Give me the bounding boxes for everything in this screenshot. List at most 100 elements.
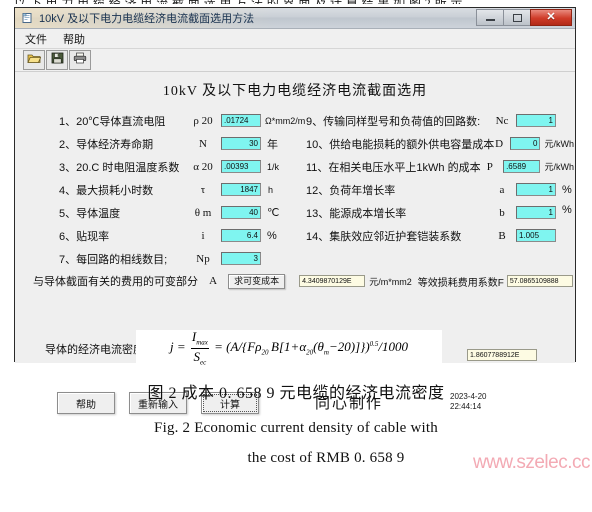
field-row-Nc: 9、传输同样型号和负荷值的回路数: Nc 1 (306, 112, 574, 129)
field-unit: ℃ (267, 207, 280, 219)
economic-current-density-formula: j = Imax Sec = (A/{Fρ20 B[1+α20(θm−20)]})… (136, 330, 442, 366)
cut-off-body-text: 以 下 电 力 电 缆 经 济 电 流 截 面 选 用 方 法 的 界 面 及 … (14, 0, 574, 4)
field-row-alpha20: 3、20.C 时电阻温度系数 α 20 .00393 1/k (59, 158, 309, 175)
menu-item-file[interactable]: 文件 (25, 31, 47, 47)
field-symbol: P (486, 160, 493, 173)
close-icon: ✕ (546, 11, 556, 23)
figure-caption-chinese: 图 2 成本 0. 658 9 元电缆的经济电流密度 (147, 385, 445, 402)
field-row-N: 2、导体经济寿命期 N 30 年 (59, 135, 309, 152)
save-file-button[interactable] (46, 50, 68, 70)
field-symbol: i (201, 229, 205, 242)
form-body: 10kV 及以下电力电缆经济电流截面选用 1、20℃导体直流电阻 ρ 20 .0… (15, 72, 575, 414)
input-N[interactable]: 30 (221, 137, 261, 150)
field-label: 1、20℃导体直流电阻 (59, 115, 166, 128)
field-row-b: 13、能源成本增长率 b 1 % (306, 204, 574, 221)
density-label: 导体的经济电流密度 (45, 343, 144, 356)
field-symbol: α 20 (193, 160, 213, 173)
page-root: 以 下 电 力 电 缆 经 济 电 流 截 面 选 用 方 法 的 界 面 及 … (0, 0, 592, 512)
field-symbol: Np (196, 252, 210, 265)
field-symbol: Nc (495, 114, 509, 127)
variable-cost-unit: 元/m*mm2 (369, 276, 412, 287)
result-current-density: 1.8607788912E (467, 349, 537, 361)
field-unit: Ω*mm2/m (265, 115, 306, 126)
menu-item-help[interactable]: 帮助 (63, 31, 85, 47)
window-controls: ✕ (476, 9, 572, 26)
field-unit: 年 (267, 138, 278, 151)
input-B[interactable]: 1.005 (516, 229, 556, 242)
form-heading: 10kV 及以下电力电缆经济电流截面选用 (162, 84, 428, 99)
field-symbol: b (499, 206, 505, 219)
input-i[interactable]: 6.4 (221, 229, 261, 242)
field-row-P: 11、在相关电压水平上1kWh 的成本 P .6589 元/kWh (306, 158, 574, 175)
application-window: 10kV 及以下电力电缆经济电流截面选用方法 ✕ 文件 帮助 10kV 及以下电… (14, 7, 576, 414)
open-folder-icon (27, 51, 42, 69)
input-P[interactable]: .6589 (503, 160, 541, 173)
field-label: 13、能源成本增长率 (306, 207, 407, 220)
input-D[interactable]: 0 (510, 137, 541, 150)
save-floppy-icon (51, 51, 64, 69)
input-theta-m[interactable]: 40 (221, 206, 261, 219)
input-Np[interactable]: 3 (221, 252, 261, 265)
result-variable-cost: 4.3409870129E (299, 275, 366, 287)
field-label: 6、贴现率 (59, 230, 110, 243)
input-rho20[interactable]: .01724 (221, 114, 261, 127)
field-symbol: θ m (194, 206, 212, 219)
field-symbol: ρ 20 (193, 114, 213, 127)
input-tau[interactable]: 1847 (221, 183, 261, 196)
menu-bar: 文件 帮助 (15, 29, 575, 49)
maximize-icon (512, 13, 522, 22)
variable-cost-row: 与导体截面有关的费用的可变部分 A 求可变成本 4.3409870129E 元/… (33, 271, 574, 291)
variable-cost-symbol: A (209, 275, 218, 287)
field-unit: h (268, 184, 274, 195)
minimize-icon (485, 19, 495, 21)
field-row-i: 6、贴现率 i 6.4 % (59, 227, 309, 244)
field-unit: 元/kWh (544, 139, 574, 149)
close-button[interactable]: ✕ (530, 9, 572, 26)
field-row-a: 12、负荷年增长率 a 1 % (306, 181, 574, 198)
field-symbol: a (499, 183, 505, 196)
input-b[interactable]: 1 (516, 206, 556, 219)
field-symbol: D (495, 137, 504, 150)
minimize-button[interactable] (476, 9, 504, 26)
field-unit: 元/kWh (544, 162, 574, 172)
window-document-icon (21, 12, 34, 25)
field-row-rho20: 1、20℃导体直流电阻 ρ 20 .01724 Ω*mm2/m (59, 112, 309, 129)
watermark: www.szelec.cc (472, 452, 591, 473)
field-symbol: N (199, 137, 207, 150)
field-row-tau: 4、最大损耗小时数 τ 1847 h (59, 181, 309, 198)
field-symbol: B (498, 229, 506, 242)
field-row-theta-m: 5、导体温度 θ m 40 ℃ (59, 204, 309, 221)
field-label: 12、负荷年增长率 (306, 184, 396, 197)
print-button[interactable] (69, 50, 91, 70)
field-label: 5、导体温度 (59, 207, 121, 220)
open-file-button[interactable] (23, 50, 45, 70)
print-icon (73, 51, 87, 69)
field-symbol: τ (200, 183, 206, 196)
window-title: 10kV 及以下电力电缆经济电流截面选用方法 (39, 13, 255, 25)
compute-variable-cost-button[interactable]: 求可变成本 (228, 273, 286, 289)
input-alpha20[interactable]: .00393 (221, 160, 261, 173)
formula-expression: j = Imax Sec = (A/{Fρ20 B[1+α20(θm−20)]})… (169, 328, 409, 367)
field-label: 10、供给电能损耗的额外供电容量成本 (306, 138, 495, 151)
figure-caption-english-line1: Fig. 2 Economic current density of cable… (154, 420, 438, 436)
variable-cost-label: 与导体截面有关的费用的可变部分 (33, 276, 198, 288)
field-label: 14、集肤效应邻近护套铠装系数 (306, 230, 462, 243)
input-a[interactable]: 1 (516, 183, 556, 196)
density-label-wrap: 导体的经济电流密度 (45, 340, 145, 357)
field-row-D: 10、供给电能损耗的额外供电容量成本 D 0 元/kWh (306, 135, 574, 152)
field-label: 4、最大损耗小时数 (59, 184, 154, 197)
field-label: 7、每回路的相线数目; (59, 253, 168, 266)
title-bar[interactable]: 10kV 及以下电力电缆经济电流截面选用方法 ✕ (15, 8, 575, 29)
field-label: 3、20.C 时电阻温度系数 (59, 161, 180, 174)
field-label: 11、在相关电压水平上1kWh 的成本 (306, 161, 481, 174)
field-unit: % (267, 229, 277, 242)
maximize-button[interactable] (503, 9, 531, 26)
field-unit: % (562, 204, 572, 216)
field-label: 2、导体经济寿命期 (59, 138, 154, 151)
field-unit: 1/k (267, 161, 280, 172)
toolbar (15, 49, 575, 72)
timestamp-time: 22:44:14 (450, 402, 482, 411)
input-Nc[interactable]: 1 (516, 114, 556, 127)
field-label: 9、传输同样型号和负荷值的回路数: (306, 115, 481, 128)
result-loss-factor: 57.0865109888 (506, 275, 574, 287)
